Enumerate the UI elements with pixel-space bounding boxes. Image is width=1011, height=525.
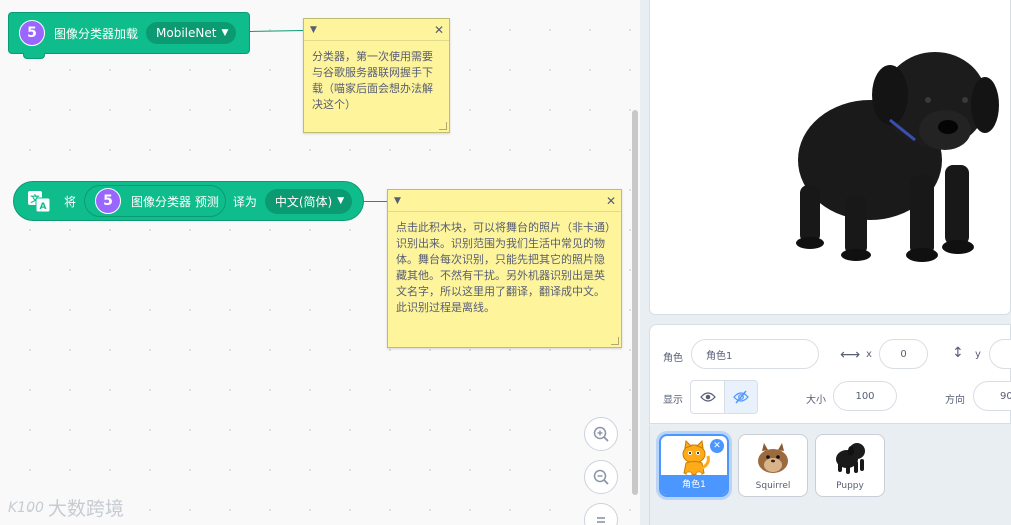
direction-label: 方向 xyxy=(945,395,965,406)
size-label: 大小 xyxy=(806,395,826,406)
sprite-tile-name: 角色1 xyxy=(661,475,727,495)
sprite-name-input[interactable]: 角色1 xyxy=(691,339,819,369)
cat-sprite-icon xyxy=(682,440,710,477)
x-input[interactable]: 0 xyxy=(879,339,928,369)
code-workspace[interactable]: 5 图像分类器加载 MobileNet ▼ ▼ ✕ 分类器，第一次使用需要与谷歌… xyxy=(0,0,640,525)
y-arrows-icon: ↕ xyxy=(952,345,964,361)
collapse-triangle-icon[interactable]: ▼ xyxy=(310,25,317,35)
size-input[interactable]: 100 xyxy=(833,381,897,411)
sprite-tile-name: Puppy xyxy=(836,481,864,491)
x-label: x xyxy=(866,349,872,360)
sprite-name-value: 角色1 xyxy=(706,350,733,362)
watermark-logo: K100 xyxy=(8,499,44,516)
comment-header[interactable]: ▼ ✕ xyxy=(304,19,449,41)
sprite-list: ✕ 角色1 Squirrel Puppy xyxy=(649,425,1011,525)
caret-down-icon: ▼ xyxy=(337,196,345,206)
sprite-tile-name: Squirrel xyxy=(755,481,791,491)
svg-text:A: A xyxy=(40,202,47,212)
delete-sprite-icon[interactable]: ✕ xyxy=(710,439,724,453)
puppy-sprite-image[interactable] xyxy=(790,25,1010,275)
squirrel-thumbnail xyxy=(739,439,807,479)
language-dropdown-value: 中文(简体) xyxy=(274,194,333,209)
watermark-text: 大数跨境 xyxy=(47,498,124,520)
number-reporter[interactable]: 5 xyxy=(95,188,122,214)
zoom-in-button[interactable] xyxy=(584,417,618,451)
comment-note[interactable]: ▼ ✕ 分类器，第一次使用需要与谷歌服务器联网握手下载（喵家后面会想办法解决这个… xyxy=(303,18,450,133)
hide-button[interactable] xyxy=(724,381,757,413)
zoom-out-button[interactable] xyxy=(584,460,618,494)
workspace-scrollbar[interactable] xyxy=(632,110,638,495)
x-arrows-icon: ⟷ xyxy=(840,347,861,363)
stage[interactable] xyxy=(649,0,1011,315)
block-notch xyxy=(23,53,45,59)
resize-handle-icon[interactable] xyxy=(611,337,619,345)
comment-header[interactable]: ▼ ✕ xyxy=(388,190,621,212)
puppy-thumbnail xyxy=(816,439,884,479)
direction-value: 90 xyxy=(1000,390,1011,402)
sprite-tile-squirrel[interactable]: Squirrel xyxy=(738,434,808,497)
translate-icon: 文 A xyxy=(26,188,52,214)
watermark: K100 大数跨境 xyxy=(8,494,124,521)
eye-slash-icon xyxy=(733,390,749,404)
squirrel-sprite-icon xyxy=(758,443,788,473)
translate-verb-label: 将 xyxy=(64,194,77,209)
comment-note[interactable]: ▼ ✕ 点击此积木块，可以将舞台的照片（非卡通）识别出来。识别范围为我们生活中常… xyxy=(387,189,622,348)
comment-connector xyxy=(249,30,305,32)
classifier-predict-reporter[interactable]: 5 图像分类器 预测 xyxy=(84,185,226,217)
y-input[interactable] xyxy=(989,339,1011,369)
direction-input[interactable]: 90 xyxy=(973,381,1011,411)
zoom-reset-button[interactable] xyxy=(584,503,618,525)
predict-reporter-label: 图像分类器 预测 xyxy=(131,194,219,209)
zoom-out-icon xyxy=(593,469,609,485)
y-label: y xyxy=(975,349,981,360)
sprite-name-label: 角色 xyxy=(663,353,683,364)
sprite-info-panel: 角色 角色1 ⟷ x 0 ↕ y 显示 大小 100 方向 90 xyxy=(649,324,1011,424)
classifier-load-block[interactable]: 5 图像分类器加载 MobileNet ▼ xyxy=(8,12,250,59)
equals-icon xyxy=(597,517,605,523)
x-value: 0 xyxy=(900,348,907,360)
sprite-tile-cat[interactable]: ✕ 角色1 xyxy=(659,434,729,497)
collapse-triangle-icon[interactable]: ▼ xyxy=(394,196,401,206)
size-value: 100 xyxy=(855,390,875,402)
show-label: 显示 xyxy=(663,395,683,406)
eye-icon xyxy=(699,392,716,402)
translate-block[interactable]: 文 A 将 5 图像分类器 预测 译为 中文(简体) ▼ xyxy=(13,181,364,221)
comment-connector xyxy=(364,201,388,202)
sprite-tile-puppy[interactable]: Puppy xyxy=(815,434,885,497)
caret-down-icon: ▼ xyxy=(221,28,229,38)
close-icon[interactable]: ✕ xyxy=(434,23,444,37)
comment-text[interactable]: 分类器，第一次使用需要与谷歌服务器联网握手下载（喵家后面会想办法解决这个） xyxy=(304,41,449,121)
show-button[interactable] xyxy=(691,381,724,413)
comment-text[interactable]: 点击此积木块，可以将舞台的照片（非卡通）识别出来。识别范围为我们生活中常见的物体… xyxy=(388,212,621,324)
resize-handle-icon[interactable] xyxy=(439,122,447,130)
language-dropdown[interactable]: 中文(简体) ▼ xyxy=(264,188,353,214)
model-dropdown[interactable]: MobileNet ▼ xyxy=(146,22,237,44)
zoom-in-icon xyxy=(593,426,609,442)
model-dropdown-value: MobileNet xyxy=(156,26,217,40)
translate-to-label: 译为 xyxy=(232,194,257,209)
close-icon[interactable]: ✕ xyxy=(606,194,616,208)
pane-divider xyxy=(640,0,649,525)
show-toggle[interactable] xyxy=(690,380,758,414)
load-block-label: 图像分类器加载 xyxy=(54,26,139,41)
number-reporter[interactable]: 5 xyxy=(19,20,45,46)
puppy-sprite-icon xyxy=(836,443,865,474)
